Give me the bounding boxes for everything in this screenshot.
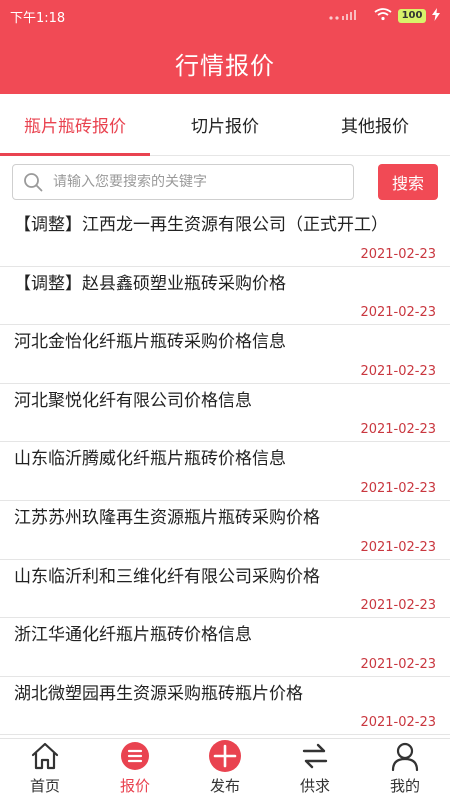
list-icon — [121, 742, 149, 770]
item-date: 2021-02-23 — [360, 305, 436, 321]
bottom-nav: 首页 报价 发布 供求 我的 — [0, 738, 450, 800]
item-title: 【调整】江西龙一再生资源有限公司（正式开工） — [14, 215, 388, 235]
search-input[interactable] — [53, 174, 333, 190]
item-date: 2021-02-23 — [360, 539, 436, 555]
tab-other[interactable]: 其他报价 — [300, 94, 450, 155]
tab-label: 其他报价 — [341, 117, 409, 137]
item-date: 2021-02-23 — [360, 715, 436, 731]
battery-indicator: 100 — [398, 9, 426, 23]
user-icon — [391, 742, 419, 771]
nav-home[interactable]: 首页 — [0, 739, 90, 800]
item-title: 山东临沂腾威化纤瓶片瓶砖价格信息 — [14, 449, 286, 470]
list-item[interactable]: 河北金怡化纤瓶片瓶砖采购价格信息 2021-02-23 — [0, 325, 450, 384]
item-title: 湖北微塑园再生资源采购瓶砖瓶片价格 — [14, 683, 303, 704]
item-title: 【调整】赵县鑫硕塑业瓶砖采购价格 — [14, 273, 286, 294]
quote-list: 【调整】江西龙一再生资源有限公司（正式开工） 2021-02-23 【调整】赵县… — [0, 208, 450, 738]
status-bar: 下午1:18 100 — [0, 0, 450, 32]
plus-icon — [209, 740, 241, 772]
home-icon — [31, 742, 59, 770]
list-item[interactable]: 江苏苏州玖隆再生资源瓶片瓶砖采购价格 2021-02-23 — [0, 501, 450, 560]
status-time: 下午1:18 — [10, 10, 66, 26]
nav-mine[interactable]: 我的 — [360, 739, 450, 800]
quote-tabs: 瓶片瓶砖报价 切片报价 其他报价 — [0, 94, 450, 156]
list-item[interactable]: 山东临沂利和三维化纤有限公司采购价格 2021-02-23 — [0, 560, 450, 619]
item-date: 2021-02-23 — [360, 656, 436, 672]
list-item[interactable]: 【调整】江西龙一再生资源有限公司（正式开工） 2021-02-23 — [0, 208, 450, 267]
item-title: 江苏苏州玖隆再生资源瓶片瓶砖采购价格 — [14, 507, 320, 528]
search-icon — [24, 173, 43, 192]
wifi-icon — [374, 7, 392, 25]
search-box — [12, 164, 354, 200]
item-date: 2021-02-23 — [360, 480, 436, 496]
item-title: 河北聚悦化纤有限公司价格信息 — [14, 390, 252, 411]
item-date: 2021-02-23 — [360, 422, 436, 438]
list-item[interactable]: 河北聚悦化纤有限公司价格信息 2021-02-23 — [0, 384, 450, 443]
item-title: 河北金怡化纤瓶片瓶砖采购价格信息 — [14, 332, 286, 353]
nav-quote[interactable]: 报价 — [90, 739, 180, 800]
list-item[interactable]: 山东临沂腾威化纤瓶片瓶砖价格信息 2021-02-23 — [0, 442, 450, 501]
list-item[interactable]: 湖北微塑园再生资源采购瓶砖瓶片价格 2021-02-23 — [0, 677, 450, 736]
swap-icon — [302, 743, 328, 769]
nav-label: 报价 — [119, 777, 150, 795]
item-date: 2021-02-23 — [360, 363, 436, 379]
nav-label: 供求 — [299, 777, 330, 795]
signal-icon — [328, 9, 368, 24]
list-item[interactable]: 【调整】赵县鑫硕塑业瓶砖采购价格 2021-02-23 — [0, 267, 450, 326]
search-row: 搜索 — [0, 156, 450, 208]
charging-icon — [432, 7, 440, 25]
page-title: 行情报价 — [175, 51, 275, 80]
tab-label: 切片报价 — [191, 117, 259, 137]
item-date: 2021-02-23 — [360, 598, 436, 614]
item-title: 山东临沂利和三维化纤有限公司采购价格 — [14, 566, 320, 587]
nav-publish[interactable]: 发布 — [180, 739, 270, 800]
tab-chip[interactable]: 切片报价 — [150, 94, 300, 155]
nav-label: 首页 — [29, 777, 60, 795]
list-item[interactable]: 浙江华通化纤瓶片瓶砖价格信息 2021-02-23 — [0, 618, 450, 677]
status-icons: 100 — [328, 7, 440, 25]
item-title: 浙江华通化纤瓶片瓶砖价格信息 — [14, 625, 252, 646]
item-date: 2021-02-23 — [360, 246, 436, 262]
nav-label: 发布 — [209, 777, 240, 795]
tab-label: 瓶片瓶砖报价 — [24, 117, 126, 137]
search-button[interactable]: 搜索 — [378, 164, 438, 200]
app-header: 行情报价 — [0, 32, 450, 94]
tab-bottle-flake[interactable]: 瓶片瓶砖报价 — [0, 94, 150, 156]
nav-label: 我的 — [389, 777, 420, 795]
nav-supply[interactable]: 供求 — [270, 739, 360, 800]
